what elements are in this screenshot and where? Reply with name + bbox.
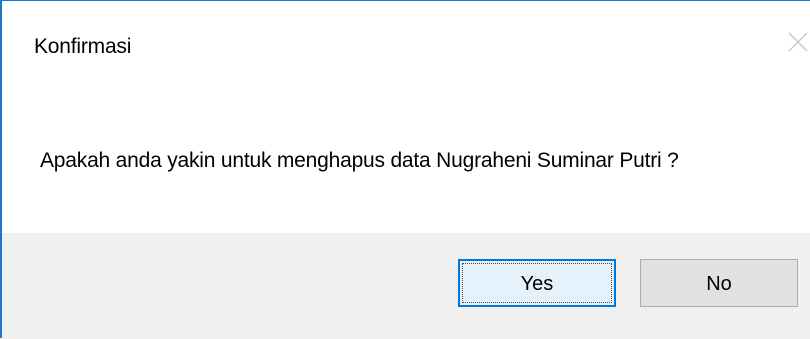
close-button[interactable] [776,21,810,67]
dialog-title: Konfirmasi [34,35,132,58]
no-button[interactable]: No [640,259,798,307]
title-bar: Konfirmasi [2,1,810,85]
confirmation-message: Apakah anda yakin untuk menghapus data N… [40,149,679,172]
yes-button-label: Yes [520,273,554,295]
dialog-content: Apakah anda yakin untuk menghapus data N… [2,85,810,233]
dialog-button-bar: Yes No [2,233,810,339]
no-button-label: No [706,273,732,295]
close-icon [788,32,808,52]
confirmation-dialog: Konfirmasi Apakah anda yakin untuk mengh… [0,0,810,339]
yes-button[interactable]: Yes [458,259,616,307]
